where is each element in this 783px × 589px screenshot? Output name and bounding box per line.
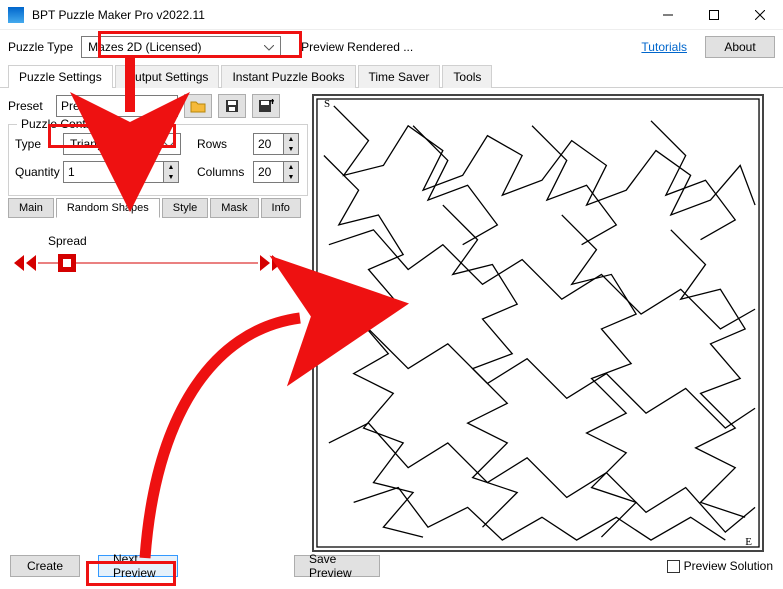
subtab-main[interactable]: Main [8,198,54,218]
type-combo[interactable]: Triangulation [63,133,181,155]
save-preset-button[interactable] [218,94,246,118]
save-as-preset-button[interactable]: + [252,94,280,118]
create-button[interactable]: Create [10,555,80,577]
preview-solution-checkbox[interactable]: Preview Solution [667,559,773,573]
checkbox-box[interactable] [667,560,680,573]
subtab-random-shapes[interactable]: Random Shapes [56,198,160,218]
preset-label: Preset [8,99,50,113]
rows-label: Rows [197,137,247,151]
save-icon [225,99,239,113]
tab-tools[interactable]: Tools [442,65,492,88]
right-icon[interactable] [260,255,270,271]
about-button[interactable]: About [705,36,775,58]
subtab-info[interactable]: Info [261,198,301,218]
quantity-label: Quantity [15,165,57,179]
up-arrow-icon[interactable]: ▲ [284,162,298,172]
maze-start-label: S [324,98,330,110]
chevron-down-icon [164,137,174,151]
minimize-button[interactable] [645,0,691,29]
up-arrow-icon[interactable]: ▲ [164,162,178,172]
rows-spinner[interactable]: ▲▼ [253,133,299,155]
down-arrow-icon[interactable]: ▼ [284,144,298,154]
puzzle-type-value: Mazes 2D (Licensed) [88,40,201,54]
maze-end-label: E [745,536,752,548]
puzzle-control-legend: Puzzle Control [17,117,103,131]
tab-output-settings[interactable]: Output Settings [115,65,220,88]
puzzle-type-combo[interactable]: Mazes 2D (Licensed) [81,36,281,58]
spread-slider[interactable] [8,248,288,278]
save-plus-icon: + [258,99,274,113]
down-arrow-icon[interactable]: ▼ [284,172,298,182]
folder-icon [190,99,206,113]
left-icon[interactable] [26,255,36,271]
preview-solution-label: Preview Solution [684,559,773,573]
main-tabstrip: Puzzle Settings Output Settings Instant … [0,64,783,88]
next-preview-button[interactable]: Next Preview [98,555,178,577]
spread-label: Spread [8,234,308,248]
quantity-value[interactable] [63,161,163,183]
tab-instant-puzzle-books[interactable]: Instant Puzzle Books [221,65,355,88]
quantity-spinner[interactable]: ▲▼ [63,161,181,183]
chevron-down-icon [264,40,274,54]
puzzle-type-label: Puzzle Type [8,40,73,54]
fast-right-icon[interactable] [272,255,282,271]
maximize-button[interactable] [691,0,737,29]
down-arrow-icon[interactable]: ▼ [164,172,178,182]
type-label: Type [15,137,57,151]
tab-puzzle-settings[interactable]: Puzzle Settings [8,65,113,88]
maze-preview: S E [312,94,764,552]
tab-time-saver[interactable]: Time Saver [358,65,441,88]
close-button[interactable] [737,0,783,29]
maze-svg [314,96,762,550]
columns-label: Columns [197,165,247,179]
puzzle-control-group: Puzzle Control Type Triangulation Rows ▲… [8,124,308,196]
tutorials-link[interactable]: Tutorials [641,40,687,54]
subtab-mask[interactable]: Mask [210,198,258,218]
up-arrow-icon[interactable]: ▲ [284,134,298,144]
preset-input[interactable] [56,95,178,117]
type-value: Triangulation [70,137,139,151]
rows-value[interactable] [253,133,283,155]
columns-spinner[interactable]: ▲▼ [253,161,299,183]
open-preset-button[interactable] [184,94,212,118]
columns-value[interactable] [253,161,283,183]
window-title: BPT Puzzle Maker Pro v2022.11 [32,8,645,22]
fast-left-icon[interactable] [14,255,24,271]
subtab-style[interactable]: Style [162,198,208,218]
preview-status-label: Preview Rendered ... [301,40,413,54]
save-preview-button[interactable]: Save Preview [294,555,380,577]
svg-text:+: + [269,99,274,108]
app-icon [8,7,24,23]
sub-tabstrip: Main Random Shapes Style Mask Info [8,198,308,218]
